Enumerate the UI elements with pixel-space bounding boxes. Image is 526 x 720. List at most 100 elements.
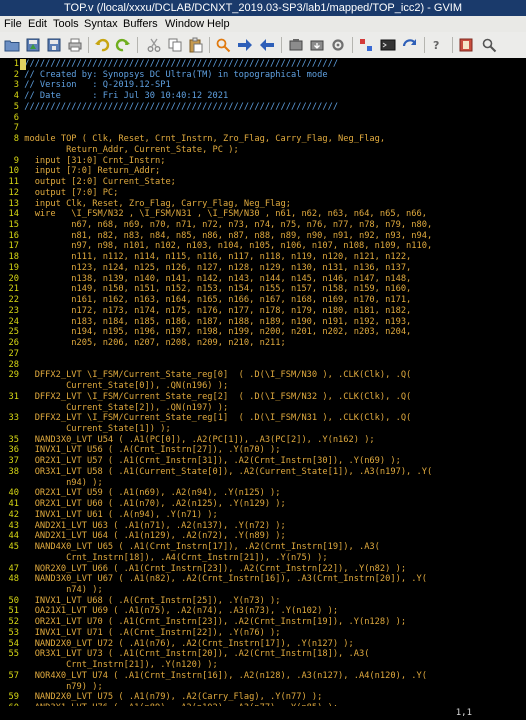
copy-icon[interactable] xyxy=(166,36,184,54)
code-line[interactable]: 55 OR3X1_LVT U73 ( .A1(Crnt_Instrn[20]),… xyxy=(0,649,526,660)
line-text: n149, n150, n151, n152, n153, n154, n155… xyxy=(24,284,412,295)
code-line[interactable]: 20 n138, n139, n140, n141, n142, n143, n… xyxy=(0,274,526,285)
code-line[interactable]: 41 OR2X1_LVT U60 ( .A1(n70), .A2(n125), … xyxy=(0,499,526,510)
line-text: Crnt_Instrn[18]), .A4(Crnt_Instrn[21]), … xyxy=(24,552,328,563)
code-line[interactable]: 44 AND2X1_LVT U64 ( .A1(n129), .A2(n72),… xyxy=(0,531,526,542)
code-line[interactable]: 4 // Date : Fri Jul 30 10:40:12 2021 xyxy=(0,91,526,102)
code-line[interactable]: 19 n123, n124, n125, n126, n127, n128, n… xyxy=(0,263,526,274)
code-line[interactable]: 9 input [31:0] Crnt_Instrn; xyxy=(0,156,526,167)
menu-window[interactable]: Window xyxy=(165,16,204,32)
save-icon[interactable] xyxy=(24,36,42,54)
code-line[interactable]: 16 n81, n82, n83, n84, n85, n86, n87, n8… xyxy=(0,231,526,242)
code-line[interactable]: Crnt_Instrn[21]), .Y(n120) ); xyxy=(0,660,526,671)
save-session-icon[interactable] xyxy=(308,36,326,54)
code-line[interactable]: 47 NOR2X0_LVT U66 ( .A1(Crnt_Instrn[23])… xyxy=(0,564,526,575)
editor-text-area[interactable]: 1 //////////////////////////////////////… xyxy=(0,58,526,706)
cut-icon[interactable] xyxy=(145,36,163,54)
find-help-icon[interactable] xyxy=(480,36,498,54)
save-all-icon[interactable] xyxy=(45,36,63,54)
code-line[interactable]: 28 xyxy=(0,360,526,371)
make-icon[interactable] xyxy=(357,36,375,54)
line-text: OR3X1_LVT U73 ( .A1(Crnt_Instrn[20]), .A… xyxy=(24,649,370,660)
toolbar-separator xyxy=(281,37,282,53)
menu-tools[interactable]: Tools xyxy=(53,16,79,32)
line-number: 43 xyxy=(8,520,19,531)
code-line[interactable]: n74) ); xyxy=(0,585,526,596)
code-line[interactable]: 22 n161, n162, n163, n164, n165, n166, n… xyxy=(0,295,526,306)
line-text: Return_Addr, Current_State, PC ); xyxy=(24,144,239,155)
code-line[interactable]: 14 wire \I_FSM/N32 , \I_FSM/N31 , \I_FSM… xyxy=(0,209,526,220)
jump-tag-icon[interactable]: ? xyxy=(430,36,448,54)
code-line[interactable]: 11 output [2:0] Current_State; xyxy=(0,177,526,188)
undo-icon[interactable] xyxy=(93,36,111,54)
redo-icon[interactable] xyxy=(114,36,132,54)
code-line[interactable]: 57 NOR4X0_LVT U74 ( .A1(Crnt_Instrn[16])… xyxy=(0,671,526,682)
code-line[interactable]: n79) ); xyxy=(0,682,526,693)
code-line[interactable]: 5 //////////////////////////////////////… xyxy=(0,102,526,113)
line-number: 10 xyxy=(8,166,19,177)
paste-icon[interactable] xyxy=(187,36,205,54)
code-line[interactable]: 45 NAND4X0_LVT U65 ( .A1(Crnt_Instrn[17]… xyxy=(0,542,526,553)
replace-icon[interactable] xyxy=(214,36,232,54)
code-line[interactable]: 18 n111, n112, n114, n115, n116, n117, n… xyxy=(0,252,526,263)
code-line[interactable]: 15 n67, n68, n69, n70, n71, n72, n73, n7… xyxy=(0,220,526,231)
code-line[interactable]: 51 OA21X1_LVT U69 ( .A1(n75), .A2(n74), … xyxy=(0,606,526,617)
code-line[interactable]: Crnt_Instrn[18]), .A4(Crnt_Instrn[21]), … xyxy=(0,553,526,564)
run-script-icon[interactable] xyxy=(329,36,347,54)
code-line[interactable]: 25 n194, n195, n196, n197, n198, n199, n… xyxy=(0,327,526,338)
code-line[interactable]: 23 n172, n173, n174, n175, n176, n177, n… xyxy=(0,306,526,317)
code-line[interactable]: 53 INVX1_LVT U71 ( .A(Crnt_Instrn[22]), … xyxy=(0,628,526,639)
code-line[interactable]: 59 NAND2X0_LVT U75 ( .A1(n79), .A2(Carry… xyxy=(0,692,526,703)
code-line[interactable]: 1 //////////////////////////////////////… xyxy=(0,59,526,70)
menu-file[interactable]: File xyxy=(4,16,22,32)
code-line[interactable]: Current_State[2]), .QN(n197) ); xyxy=(0,403,526,414)
code-line[interactable]: 37 OR2X1_LVT U57 ( .A1(Crnt_Instrn[31]),… xyxy=(0,456,526,467)
code-line[interactable]: 8 module TOP ( Clk, Reset, Crnt_Instrn, … xyxy=(0,134,526,145)
code-line[interactable]: 3 // Version : Q-2019.12-SP1 xyxy=(0,80,526,91)
code-line[interactable]: 17 n97, n98, n101, n102, n103, n104, n10… xyxy=(0,241,526,252)
line-number: 2 xyxy=(13,69,19,80)
code-line[interactable]: Current_State[1]) ); xyxy=(0,424,526,435)
code-line[interactable]: 54 NAND2X0_LVT U72 ( .A1(n76), .A2(Crnt_… xyxy=(0,639,526,650)
code-line[interactable]: 12 output [7:0] PC; xyxy=(0,188,526,199)
code-line[interactable]: 43 AND2X1_LVT U63 ( .A1(n71), .A2(n137),… xyxy=(0,521,526,532)
line-number: 8 xyxy=(13,134,19,145)
code-line[interactable]: 26 n205, n206, n207, n208, n209, n210, n… xyxy=(0,338,526,349)
code-line[interactable]: 40 OR2X1_LVT U59 ( .A1(n69), .A2(n94), .… xyxy=(0,488,526,499)
code-line[interactable]: Current_State[0]), .QN(n196) ); xyxy=(0,381,526,392)
code-line[interactable]: 35 NAND3X0_LVT U54 ( .A1(PC[0]), .A2(PC[… xyxy=(0,435,526,446)
code-line[interactable]: 21 n149, n150, n151, n152, n153, n154, n… xyxy=(0,284,526,295)
menu-syntax[interactable]: Syntax xyxy=(84,16,118,32)
code-line[interactable]: 31 DFFX2_LVT \I_FSM/Current_State_reg[2]… xyxy=(0,392,526,403)
line-text: // Created by: Synopsys DC Ultra(TM) in … xyxy=(24,69,328,80)
code-line[interactable]: 24 n183, n184, n185, n186, n187, n188, n… xyxy=(0,317,526,328)
print-icon[interactable] xyxy=(66,36,84,54)
shell-icon[interactable] xyxy=(379,36,397,54)
code-line[interactable]: 36 INVX1_LVT U56 ( .A(Crnt_Instrn[27]), … xyxy=(0,445,526,456)
code-line[interactable]: 33 DFFX2_LVT \I_FSM/Current_State_reg[1]… xyxy=(0,413,526,424)
code-line[interactable]: 2 // Created by: Synopsys DC Ultra(TM) i… xyxy=(0,70,526,81)
code-line[interactable]: 50 INVX1_LVT U68 ( .A(Crnt_Instrn[25]), … xyxy=(0,596,526,607)
run-ctags-icon[interactable] xyxy=(401,36,419,54)
code-line[interactable]: 29 DFFX2_LVT \I_FSM/Current_State_reg[0]… xyxy=(0,370,526,381)
code-line[interactable]: 7 xyxy=(0,123,526,134)
menu-buffers[interactable]: Buffers xyxy=(123,16,158,32)
code-line[interactable]: 42 INVX1_LVT U61 ( .A(n94), .Y(n71) ); xyxy=(0,510,526,521)
code-line[interactable]: 38 OR3X1_LVT U58 ( .A1(Current_State[0])… xyxy=(0,467,526,478)
prev-arrow-icon[interactable] xyxy=(258,36,276,54)
code-line[interactable]: 48 NAND3X0_LVT U67 ( .A1(n82), .A2(Crnt_… xyxy=(0,574,526,585)
code-line[interactable]: 52 OR2X1_LVT U70 ( .A1(Crnt_Instrn[23]),… xyxy=(0,617,526,628)
next-arrow-icon[interactable] xyxy=(236,36,254,54)
code-line[interactable]: 6 xyxy=(0,113,526,124)
cursor-position: 1,1 xyxy=(455,708,472,718)
open-icon[interactable] xyxy=(3,36,21,54)
code-line[interactable]: 27 xyxy=(0,349,526,360)
help-icon[interactable] xyxy=(457,36,475,54)
code-line[interactable]: Return_Addr, Current_State, PC ); xyxy=(0,145,526,156)
menu-help[interactable]: Help xyxy=(207,16,230,32)
code-line[interactable]: n94) ); xyxy=(0,478,526,489)
load-session-icon[interactable] xyxy=(287,36,305,54)
code-line[interactable]: 10 input [7:0] Return_Addr; xyxy=(0,166,526,177)
code-line[interactable]: 13 input Clk, Reset, Zro_Flag, Carry_Fla… xyxy=(0,199,526,210)
menu-edit[interactable]: Edit xyxy=(28,16,47,32)
